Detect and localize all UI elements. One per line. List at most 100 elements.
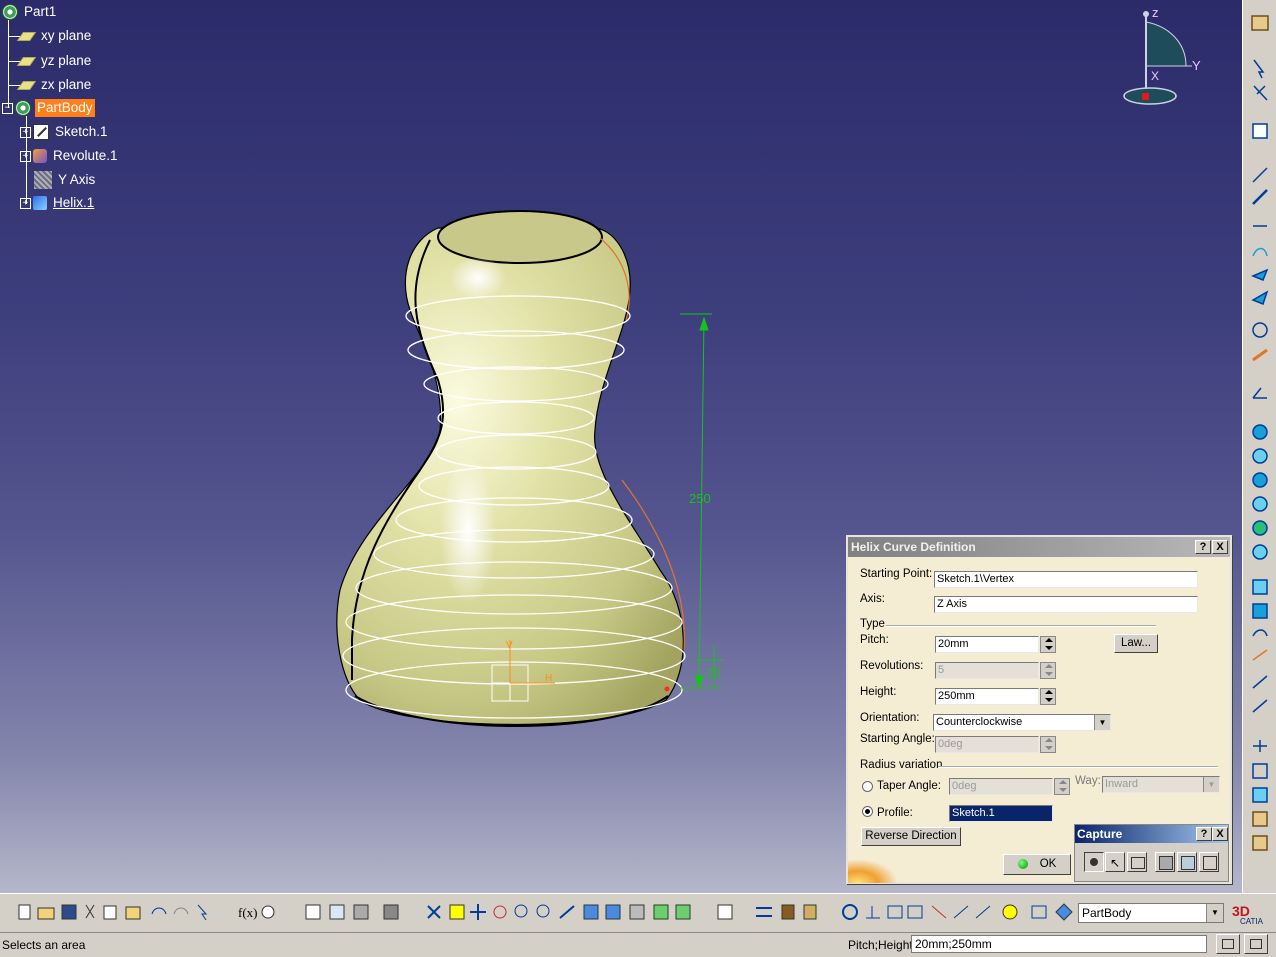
expand-icon[interactable]: + bbox=[20, 126, 31, 138]
line-icon bbox=[1252, 189, 1268, 205]
starting-angle-label: Starting Angle: bbox=[860, 733, 935, 745]
tree-item-zx-plane[interactable]: zx plane bbox=[16, 75, 93, 95]
capture-options-button[interactable] bbox=[1127, 852, 1147, 872]
type-group-divider bbox=[886, 625, 1156, 627]
specification-tree[interactable]: Part1 xy plane yz plane zx plane − PartB… bbox=[0, 0, 200, 220]
axis-field[interactable]: Z Axis bbox=[934, 596, 1198, 613]
fit-all-icon bbox=[449, 904, 465, 920]
tree-item-label: Helix.1 bbox=[53, 195, 95, 210]
tree-item-label: Sketch.1 bbox=[55, 124, 108, 139]
ordered-set-icon bbox=[1252, 835, 1268, 851]
starting-point-label: Starting Point: bbox=[860, 568, 933, 580]
capture-album-button[interactable] bbox=[1155, 852, 1175, 872]
capture-help-button[interactable]: ? bbox=[1196, 827, 1212, 841]
power-input-button[interactable] bbox=[1216, 934, 1240, 954]
mass-icon bbox=[803, 904, 817, 920]
revolutions-spinner[interactable] bbox=[1040, 662, 1056, 679]
whats-this-icon bbox=[197, 904, 208, 921]
current-body-select[interactable]: PartBody ▼ bbox=[1078, 903, 1224, 923]
svg-text:H: H bbox=[545, 673, 552, 684]
tree-item-y-axis[interactable]: Y Axis bbox=[34, 170, 97, 190]
way-select[interactable]: Inward ▼ bbox=[1102, 776, 1220, 793]
capture-select-button[interactable]: ↖ bbox=[1105, 852, 1125, 872]
rotate-icon bbox=[493, 905, 507, 919]
axis-label: Axis: bbox=[860, 593, 885, 605]
orientation-value: Counterclockwise bbox=[936, 716, 1023, 728]
orientation-select[interactable]: Counterclockwise ▼ bbox=[933, 714, 1111, 731]
tree-item-partbody[interactable]: − PartBody bbox=[2, 98, 95, 118]
fly-mode-icon bbox=[427, 905, 441, 919]
copy-icon bbox=[103, 905, 117, 920]
tree-item-label: xy plane bbox=[41, 28, 92, 43]
compass-icon[interactable]: z Y X bbox=[1123, 5, 1201, 105]
circle-icon bbox=[1252, 322, 1268, 338]
profile-field[interactable]: Sketch.1 bbox=[949, 805, 1053, 822]
dialog-title[interactable]: Helix Curve Definition bbox=[848, 537, 1230, 557]
capture-toolbar[interactable]: Capture ? X ↖ bbox=[1074, 824, 1229, 882]
boundary-icon bbox=[1252, 699, 1268, 713]
pitch-spinner[interactable] bbox=[1040, 636, 1056, 653]
tree-item-label: yz plane bbox=[41, 53, 92, 68]
status-bar: Selects an area Pitch;Height 20mm;250mm bbox=[0, 932, 1276, 957]
taper-angle-field[interactable]: 0deg bbox=[949, 778, 1053, 795]
paste-icon bbox=[125, 906, 141, 920]
capture-close-button[interactable]: X bbox=[1212, 827, 1228, 841]
param-input[interactable]: 20mm;250mm bbox=[911, 935, 1207, 953]
analysis-icon bbox=[975, 905, 991, 919]
stop-button[interactable] bbox=[1244, 934, 1268, 954]
tree-item-yz-plane[interactable]: yz plane bbox=[16, 51, 93, 71]
capture-edit-button[interactable] bbox=[1199, 852, 1219, 872]
right-toolbar bbox=[1242, 0, 1276, 893]
plane-icon bbox=[16, 56, 37, 66]
status-message: Selects an area bbox=[2, 938, 86, 952]
view-mode-icon bbox=[1031, 905, 1047, 919]
tree-item-xy-plane[interactable]: xy plane bbox=[16, 26, 93, 46]
select-arrow-icon: ↖ bbox=[1110, 856, 1121, 870]
chevron-down-icon[interactable]: ▼ bbox=[1206, 904, 1223, 922]
collapse-icon[interactable]: − bbox=[2, 102, 13, 114]
taper-angle-spinner[interactable] bbox=[1054, 778, 1070, 795]
height-label: Height: bbox=[860, 686, 897, 698]
chevron-down-icon[interactable]: ▼ bbox=[1203, 777, 1219, 792]
height-spinner[interactable] bbox=[1040, 688, 1056, 705]
expand-icon[interactable]: + bbox=[20, 197, 31, 209]
tree-item-sketch1[interactable]: + Sketch.1 bbox=[20, 122, 110, 142]
capture-image-button[interactable] bbox=[1177, 852, 1197, 872]
sketch-icon bbox=[1252, 123, 1268, 139]
expand-icon[interactable]: + bbox=[20, 150, 31, 162]
options-icon bbox=[1131, 857, 1145, 869]
revolve-surface-icon bbox=[1252, 448, 1268, 464]
translate-icon bbox=[1253, 740, 1267, 752]
dialog-close-button[interactable]: X bbox=[1212, 540, 1228, 554]
capture-record-button[interactable] bbox=[1084, 852, 1104, 872]
law-button[interactable]: Law... bbox=[1114, 634, 1158, 653]
revolutions-field[interactable]: 5 bbox=[935, 662, 1039, 679]
connect-icon bbox=[1252, 387, 1267, 399]
ok-label: OK bbox=[1039, 858, 1057, 870]
height-field[interactable]: 250mm bbox=[935, 688, 1039, 705]
reverse-direction-button[interactable]: Reverse Direction bbox=[861, 827, 961, 846]
taper-angle-radio[interactable] bbox=[862, 781, 873, 792]
right-toolbar-icons[interactable] bbox=[1243, 0, 1276, 893]
ok-button[interactable]: OK bbox=[1003, 854, 1071, 875]
tree-item-part1[interactable]: Part1 bbox=[2, 2, 58, 22]
select-trap-icon bbox=[1253, 85, 1268, 101]
tree-item-revolute1[interactable]: + Revolute.1 bbox=[20, 146, 120, 166]
radius-group-divider bbox=[938, 766, 1218, 768]
pitch-field[interactable]: 20mm bbox=[935, 636, 1039, 653]
dialog-help-button[interactable]: ? bbox=[1195, 540, 1211, 554]
tree-item-label: Part1 bbox=[24, 4, 57, 19]
body-gear-icon bbox=[15, 100, 31, 116]
chevron-down-icon[interactable]: ▼ bbox=[1094, 715, 1110, 730]
macro-icon bbox=[383, 904, 399, 920]
tree-item-label: Revolute.1 bbox=[53, 148, 118, 163]
normal-view-icon bbox=[559, 905, 575, 919]
starting-point-field[interactable]: Sketch.1\Vertex bbox=[934, 571, 1198, 588]
tree-item-helix1[interactable]: + Helix.1 bbox=[20, 193, 96, 213]
param-label: Pitch;Height bbox=[848, 938, 913, 952]
starting-angle-spinner[interactable] bbox=[1040, 736, 1056, 753]
comment-icon bbox=[261, 905, 275, 919]
profile-radio[interactable] bbox=[862, 806, 873, 817]
stop-icon bbox=[1250, 939, 1262, 949]
starting-angle-field[interactable]: 0deg bbox=[935, 736, 1039, 753]
